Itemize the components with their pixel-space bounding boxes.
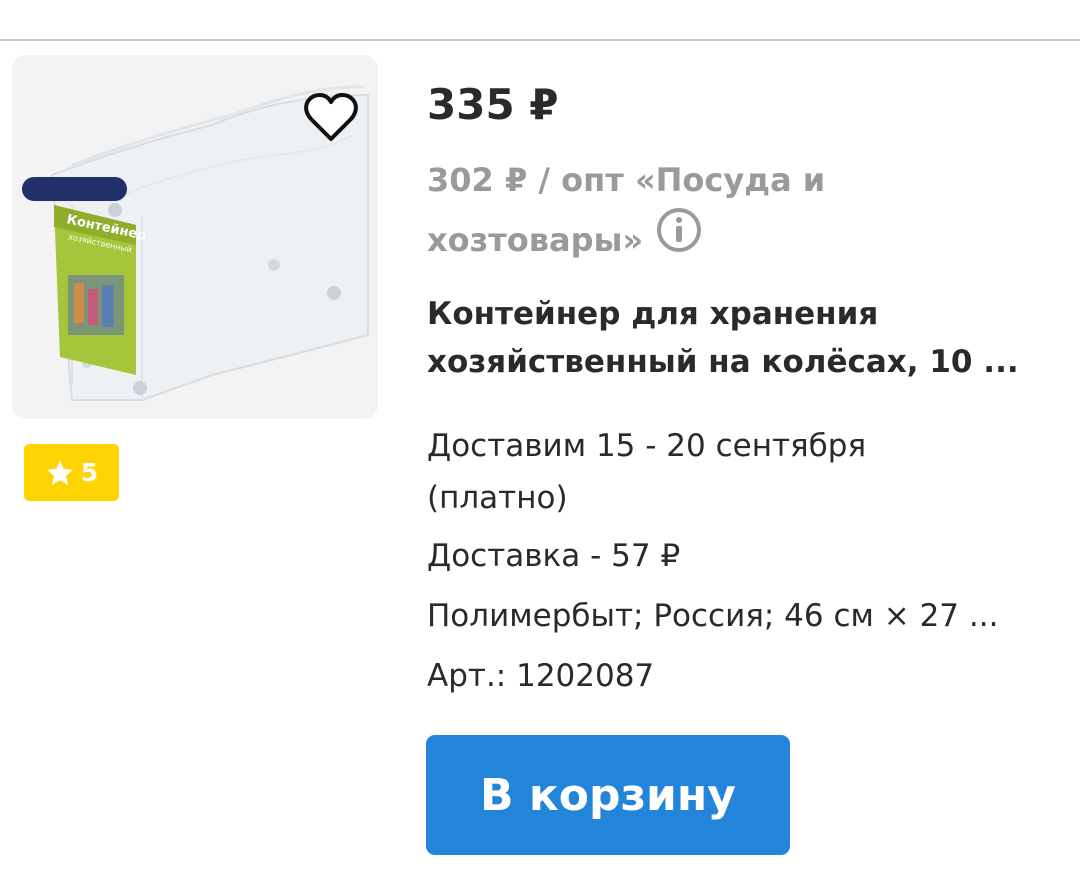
- wholesale-line-1: 302 ₽ / опт «Посуда и: [427, 161, 826, 199]
- add-to-cart-button[interactable]: В корзину: [426, 735, 790, 855]
- price: 335 ₽: [427, 80, 559, 129]
- wholesale-line-2: хозтовары»: [427, 221, 644, 259]
- title-line-2: хозяйственный на колёсах, 10 ...: [427, 344, 1019, 380]
- product-image[interactable]: Контейнер хозяйственный: [12, 55, 378, 419]
- wholesale-price: 302 ₽ / опт «Посуда и хозтовары»: [427, 150, 987, 273]
- rating-value: 5: [80, 458, 99, 487]
- delivery-price: Доставка - 57 ₽: [427, 538, 681, 574]
- title-line-1: Контейнер для хранения: [427, 296, 879, 332]
- rating-badge: 5: [24, 444, 119, 501]
- star-icon: [46, 459, 73, 485]
- article-number: Арт.: 1202087: [427, 658, 655, 694]
- delivery-date: Доставим 15 - 20 сентября (платно): [427, 420, 1027, 524]
- product-specs: Полимербыт; Россия; 46 см × 27 ...: [427, 598, 999, 634]
- product-title[interactable]: Контейнер для хранения хозяйственный на …: [427, 290, 1037, 386]
- heart-icon: [304, 93, 358, 141]
- delivery-line-2: (платно): [427, 480, 568, 516]
- favorite-button[interactable]: [294, 85, 368, 151]
- info-icon[interactable]: [655, 206, 703, 273]
- top-divider: [0, 39, 1080, 41]
- delivery-line-1: Доставим 15 - 20 сентября: [427, 428, 867, 464]
